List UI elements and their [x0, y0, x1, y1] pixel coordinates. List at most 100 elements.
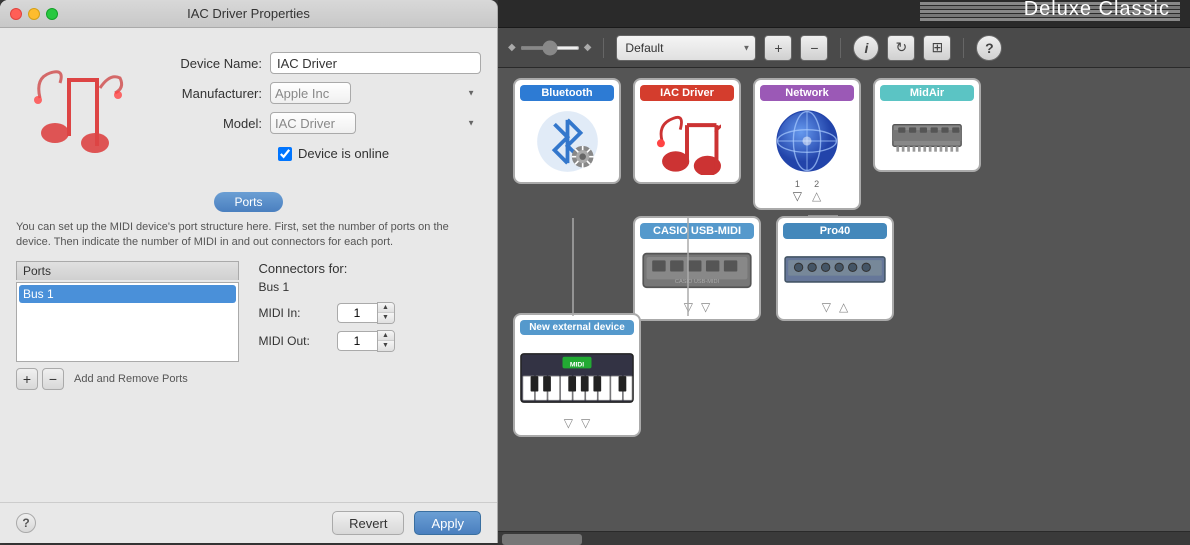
midi-out-label: MIDI Out: — [259, 334, 329, 348]
midi-studio-panel: Deluxe Classic ◆ ◆ Default + − i ↻ ⊞ — [498, 0, 1190, 543]
toolbar-divider-2 — [840, 38, 841, 58]
ports-list-container: Ports Bus 1 + − Add and Remove Ports — [16, 261, 239, 390]
manufacturer-select-wrapper: Apple Inc — [270, 82, 481, 104]
window-title: IAC Driver Properties — [187, 6, 310, 21]
device-online-checkbox[interactable] — [278, 147, 292, 161]
profile-select-wrapper: Default — [616, 35, 756, 61]
network-connectors: 1▽ 2△ — [793, 179, 821, 203]
horizontal-scrollbar[interactable] — [498, 531, 1190, 543]
connectors-for-value: Bus 1 — [259, 280, 482, 294]
model-select-wrapper: IAC Driver — [270, 112, 481, 134]
device-name-label: Device Name: — [160, 56, 270, 71]
remove-device-button[interactable]: − — [800, 35, 828, 61]
connectors-for-label: Connectors for: — [259, 261, 482, 276]
ports-list[interactable]: Bus 1 — [16, 282, 239, 362]
iac-driver-device-card[interactable]: IAC Driver — [633, 78, 741, 184]
iac-label: IAC Driver — [640, 85, 734, 101]
top-bar: Deluxe Classic — [498, 0, 1190, 28]
device-name-row: Device Name: — [160, 52, 481, 74]
toolbar-divider-1 — [603, 38, 604, 58]
midi-out-input[interactable] — [337, 331, 377, 351]
midi-out-stepper: ▲ ▼ — [337, 330, 395, 352]
profile-select[interactable]: Default — [616, 35, 756, 61]
model-label: Model: — [160, 116, 270, 131]
new-external-device-card[interactable]: New external device MIDI — [513, 313, 641, 437]
title-bar: IAC Driver Properties — [0, 0, 497, 28]
bluetooth-device-card[interactable]: Bluetooth — [513, 78, 621, 184]
manufacturer-select[interactable]: Apple Inc — [270, 82, 351, 104]
midi-in-down[interactable]: ▼ — [378, 313, 394, 323]
midi-toolbar: ◆ ◆ Default + − i ↻ ⊞ ? — [498, 28, 1190, 68]
manufacturer-row: Manufacturer: Apple Inc — [160, 82, 481, 104]
panel-footer: ? Revert Apply — [0, 502, 497, 543]
device-info-row: Device Name: Manufacturer: Apple Inc Mod… — [16, 44, 481, 172]
ports-tab-container: Ports — [16, 192, 481, 212]
ports-description: You can set up the MIDI device's port st… — [16, 220, 481, 251]
device-icon — [16, 44, 144, 172]
revert-button[interactable]: Revert — [332, 511, 404, 535]
port-item-bus1[interactable]: Bus 1 — [19, 285, 236, 303]
apply-button[interactable]: Apply — [414, 511, 481, 535]
refresh-button[interactable]: ↻ — [887, 35, 915, 61]
midi-in-row: MIDI In: ▲ ▼ — [259, 302, 482, 324]
ports-tab[interactable]: Ports — [214, 192, 282, 212]
toolbar-divider-3 — [963, 38, 964, 58]
model-select[interactable]: IAC Driver — [270, 112, 356, 134]
midi-in-label: MIDI In: — [259, 306, 329, 320]
casio-device-card[interactable]: CASIO USB-MIDI CASIO USB-MIDI ▽ — [633, 216, 761, 321]
device-fields: Device Name: Manufacturer: Apple Inc Mod… — [160, 44, 481, 161]
network-icon — [771, 105, 843, 177]
help-button[interactable]: ? — [16, 513, 36, 533]
pro40-device-card[interactable]: Pro40 ▽ △ — [776, 216, 894, 321]
zoom-slider: ◆ ◆ — [508, 42, 591, 53]
midi-in-stepper: ▲ ▼ — [337, 302, 395, 324]
device-name-input[interactable] — [270, 52, 481, 74]
network-label: Network — [760, 85, 854, 101]
ports-buttons: + − Add and Remove Ports — [16, 368, 239, 390]
grid-button[interactable]: ⊞ — [923, 35, 951, 61]
midi-in-input[interactable] — [337, 303, 377, 323]
casio-label: CASIO USB-MIDI — [640, 223, 754, 239]
iac-icon — [651, 105, 723, 177]
panel-content: Device Name: Manufacturer: Apple Inc Mod… — [0, 28, 497, 502]
slider-left-icon: ◆ — [508, 42, 516, 53]
svg-text:CASIO USB-MIDI: CASIO USB-MIDI — [675, 278, 720, 284]
close-button[interactable] — [10, 8, 22, 20]
midi-out-row: MIDI Out: ▲ ▼ — [259, 330, 482, 352]
remove-port-button[interactable]: − — [42, 368, 64, 390]
ports-list-label: Ports — [16, 261, 239, 280]
keyboard-connectors: ▽ ▽ — [564, 416, 590, 430]
minimize-button[interactable] — [28, 8, 40, 20]
info-button[interactable]: i — [853, 35, 879, 61]
add-remove-label: Add and Remove Ports — [74, 373, 188, 385]
midi-out-up[interactable]: ▲ — [378, 331, 394, 341]
zoom-range[interactable] — [520, 46, 580, 50]
connectors-section: Connectors for: Bus 1 MIDI In: ▲ ▼ — [259, 261, 482, 390]
music-notes-icon — [30, 58, 130, 158]
iac-driver-properties-window: IAC Driver Properties — [0, 0, 498, 543]
bluetooth-label: Bluetooth — [520, 85, 614, 101]
add-port-button[interactable]: + — [16, 368, 38, 390]
device-online-label: Device is online — [298, 146, 389, 161]
midair-label: MidAir — [880, 85, 974, 101]
toolbar-help-button[interactable]: ? — [976, 35, 1002, 61]
pro40-label: Pro40 — [783, 223, 887, 239]
ports-connectors-row: Ports Bus 1 + − Add and Remove Ports Con… — [16, 261, 481, 390]
new-external-label: New external device — [520, 320, 634, 335]
midi-out-arrows: ▲ ▼ — [377, 330, 395, 352]
keyboard-icon: MIDI — [519, 339, 635, 414]
midair-device-card[interactable]: MidAir — [873, 78, 981, 172]
network-device-card[interactable]: Network — [753, 78, 861, 210]
casio-connectors: ▽ ▽ — [684, 300, 710, 314]
bluetooth-icon — [531, 105, 603, 177]
ports-section: Ports You can set up the MIDI device's p… — [16, 192, 481, 390]
midi-in-up[interactable]: ▲ — [378, 303, 394, 313]
midi-canvas[interactable]: Bluetooth IAC Driver — [498, 68, 1190, 531]
midi-out-down[interactable]: ▼ — [378, 341, 394, 351]
add-device-button[interactable]: + — [764, 35, 792, 61]
casio-icon: CASIO USB-MIDI — [640, 243, 754, 298]
maximize-button[interactable] — [46, 8, 58, 20]
pro40-icon — [783, 243, 887, 298]
manufacturer-label: Manufacturer: — [160, 86, 270, 101]
slider-right-icon: ◆ — [584, 42, 592, 53]
